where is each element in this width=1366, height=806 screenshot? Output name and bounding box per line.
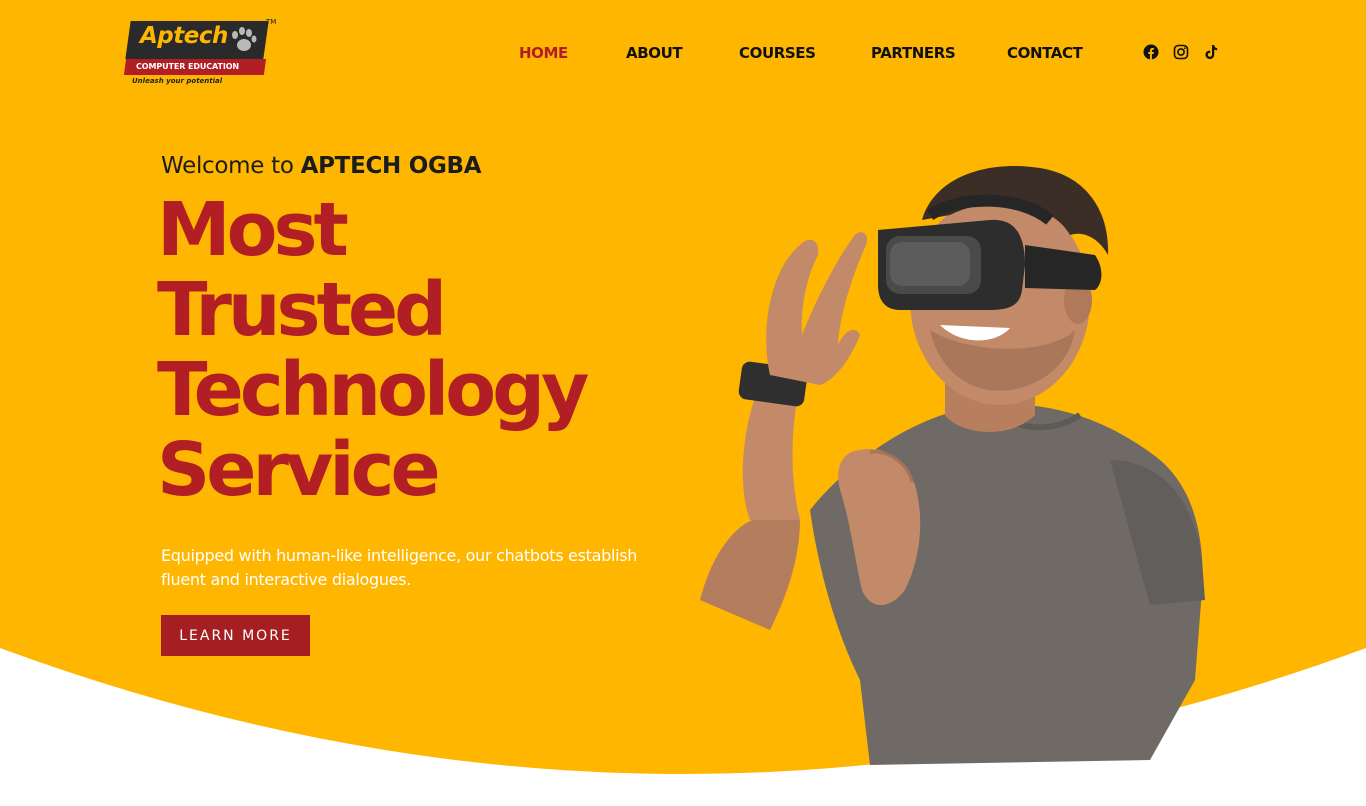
nav-partners[interactable]: PARTNERS (871, 44, 956, 62)
learn-more-button[interactable]: LEARN MORE (161, 615, 310, 656)
aptech-logo[interactable]: Aptech TM COMPUTER EDUCATION Unleash you… (123, 18, 277, 88)
trademark-mark: TM (266, 18, 277, 26)
logo-wordmark: Aptech (140, 23, 228, 49)
hero-section: Aptech TM COMPUTER EDUCATION Unleash you… (0, 0, 1366, 806)
welcome-text: Welcome to APTECH OGBA (161, 153, 482, 179)
nav-home[interactable]: HOME (519, 44, 568, 62)
welcome-name: APTECH OGBA (300, 153, 482, 179)
nav-about[interactable]: ABOUT (626, 44, 683, 62)
headline-line-4: Service (157, 427, 441, 513)
hero-headline: Most Trusted Technology Service (157, 190, 677, 510)
nav-courses[interactable]: COURSES (739, 44, 816, 62)
tiktok-icon[interactable] (1203, 44, 1219, 60)
facebook-icon[interactable] (1143, 44, 1159, 60)
headline-line-3: Technology (157, 347, 589, 433)
vr-man-image (700, 165, 1205, 765)
hero-subtext: Equipped with human-like intelligence, o… (161, 546, 638, 589)
logo-tagline: Unleash your potential (132, 77, 223, 85)
instagram-icon[interactable] (1173, 44, 1189, 60)
headline-line-2: Trusted (157, 267, 447, 353)
nav-contact[interactable]: CONTACT (1007, 44, 1083, 62)
paw-icon (232, 27, 257, 51)
welcome-prefix: Welcome to (161, 153, 301, 179)
headline-line-1: Most (157, 187, 349, 273)
logo-band-text: COMPUTER EDUCATION (136, 62, 240, 71)
